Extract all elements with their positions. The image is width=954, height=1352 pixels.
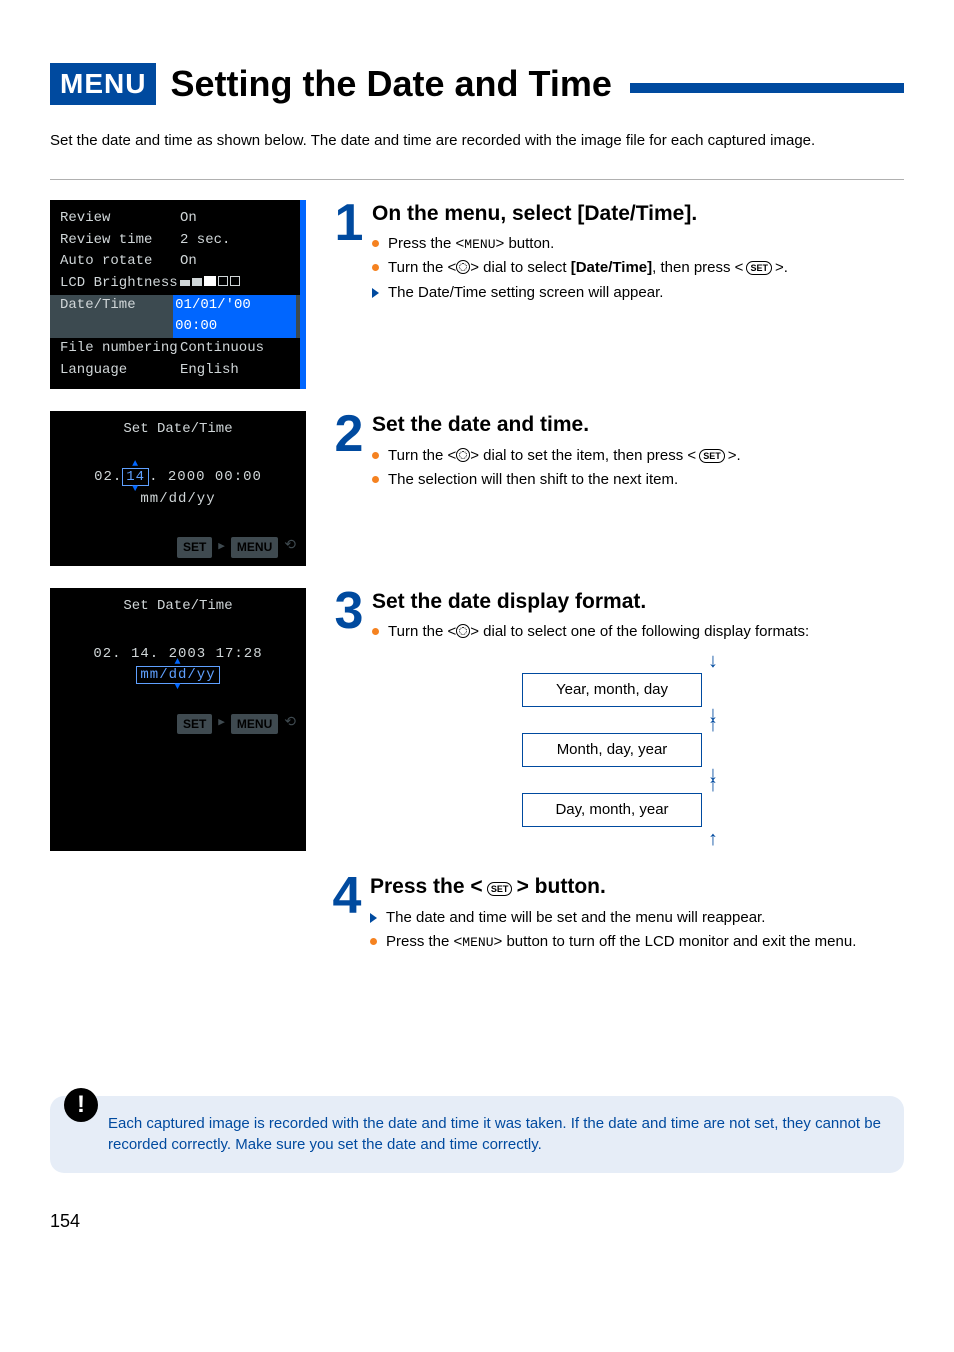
lcd-review-value: On (180, 208, 197, 230)
step-4-bullet-2: Press the <MENU> button to turn off the … (370, 932, 904, 952)
lcd-filenum-label: File numbering (60, 338, 180, 360)
lcd-datetime-value: 01/01/'00 00:00 (173, 295, 296, 338)
dial-icon (456, 624, 470, 638)
step-4-bullet-1: The date and time will be set and the me… (370, 908, 904, 928)
lcd-language-label: Language (60, 360, 180, 382)
format-option-2: Month, day, year (522, 733, 702, 767)
lcd-setdate-2-line: 02. 14. 2003 17:28 ▲mm/dd/yy▼ (60, 644, 296, 687)
format-option-1: Year, month, day (522, 673, 702, 707)
lcd-autorotate-label: Auto rotate (60, 251, 180, 273)
lcd-brightness-label: LCD Brightness (60, 273, 180, 295)
dial-icon (456, 260, 470, 274)
lcd-menu-tag: MENU (231, 537, 278, 558)
title-accent-bar (630, 83, 904, 93)
caution-note: ! Each captured image is recorded with t… (50, 1096, 904, 1173)
step-2-title: Set the date and time. (372, 411, 904, 439)
lcd-setdate-1-line: 02.▲14▼. 2000 00:00 mm/dd/yy (60, 467, 296, 510)
lcd-filenum-value: Continuous (180, 338, 264, 360)
lcd-review-label: Review (60, 208, 180, 230)
lcd-setdate-2-title: Set Date/Time (60, 596, 296, 618)
lcd-setdate-2: Set Date/Time 02. 14. 2003 17:28 ▲mm/dd/… (50, 588, 306, 851)
caution-text: Each captured image is recorded with the… (108, 1115, 881, 1152)
set-icon: SET (487, 882, 513, 896)
lcd-set-tag: SET (177, 537, 212, 558)
title-row: MENU Setting the Date and Time (50, 60, 904, 109)
menu-badge: MENU (50, 63, 156, 105)
page-title: Setting the Date and Time (170, 60, 611, 109)
separator (50, 179, 904, 180)
step-2-bullet-2: The selection will then shift to the nex… (372, 470, 904, 490)
lcd-menu-screenshot: ReviewOn Review time2 sec. Auto rotateOn… (50, 200, 306, 390)
step-4-title: Press the < SET > button. (370, 873, 904, 901)
lcd-reviewtime-label: Review time (60, 230, 180, 252)
step-1-title: On the menu, select [Date/Time]. (372, 200, 904, 228)
set-icon: SET (699, 449, 725, 463)
step-3-number: 3 (332, 588, 366, 851)
lcd-setdate-1: Set Date/Time 02.▲14▼. 2000 00:00 mm/dd/… (50, 411, 306, 566)
lcd-setdate-1-title: Set Date/Time (60, 419, 296, 441)
step-1-bullet-3: The Date/Time setting screen will appear… (372, 283, 904, 303)
lcd-language-value: English (180, 360, 239, 382)
step-2-bullet-1: Turn the <> dial to set the item, then p… (372, 446, 904, 466)
lcd-menu-tag: MENU (231, 714, 278, 735)
lcd-set-tag: SET (177, 714, 212, 735)
step-3-bullet-1: Turn the <> dial to select one of the fo… (372, 622, 904, 642)
step-1-bullet-2: Turn the <> dial to select [Date/Time], … (372, 258, 904, 278)
intro-text: Set the date and time as shown below. Th… (50, 131, 904, 151)
lcd-autorotate-value: On (180, 251, 197, 273)
lcd-datetime-label: Date/Time (60, 295, 173, 338)
caution-icon: ! (64, 1088, 98, 1122)
format-cycle: ↓ Year, month, day ↓↑ Month, day, year ↓… (522, 651, 904, 850)
format-option-3: Day, month, year (522, 793, 702, 827)
step-3-title: Set the date display format. (372, 588, 904, 616)
step-2-number: 2 (332, 411, 366, 494)
step-1-number: 1 (332, 200, 366, 307)
step-1-bullet-1: Press the <MENU> button. (372, 234, 904, 254)
page-number: 154 (50, 1209, 904, 1233)
step-4-number: 4 (330, 873, 364, 956)
lcd-reviewtime-value: 2 sec. (180, 230, 230, 252)
set-icon: SET (746, 261, 772, 275)
brightness-bars (180, 273, 242, 295)
dial-icon (456, 448, 470, 462)
